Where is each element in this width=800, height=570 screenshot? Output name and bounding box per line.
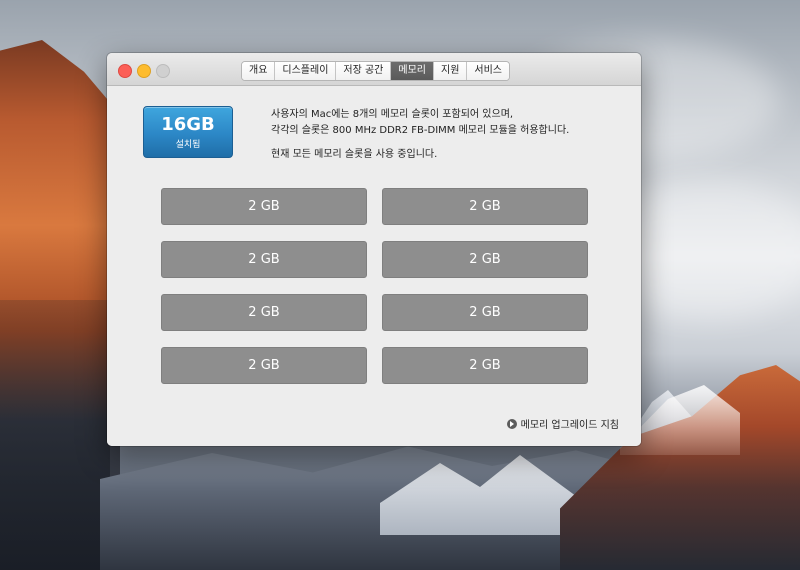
- memory-total-value: 16GB: [161, 114, 215, 135]
- arrow-circle-icon: [506, 418, 517, 429]
- memory-description: 사용자의 Mac에는 8개의 메모리 슬롯이 포함되어 있으며, 각각의 슬롯은…: [271, 107, 569, 163]
- memory-slot-7: 2 GB: [161, 347, 367, 384]
- memory-upgrade-link[interactable]: 메모리 업그레이드 지침: [506, 416, 619, 431]
- tab-support[interactable]: 지원: [434, 62, 468, 80]
- memory-upgrade-link-label: 메모리 업그레이드 지침: [520, 420, 619, 431]
- memory-slot-4: 2 GB: [382, 241, 588, 278]
- minimize-button[interactable]: [137, 64, 151, 78]
- description-line-1: 사용자의 Mac에는 8개의 메모리 슬롯이 포함되어 있으며,: [271, 109, 514, 120]
- description-line-2: 각각의 슬롯은 800 MHz DDR2 FB-DIMM 메모리 모듈을 허용합…: [271, 125, 570, 136]
- memory-total-badge: 16GB 설치됨: [143, 106, 233, 158]
- segmented-tab-bar: 개요 디스플레이 저장 공간 메모리 지원 서비스: [241, 61, 511, 81]
- memory-slot-5: 2 GB: [161, 294, 367, 331]
- memory-slot-3: 2 GB: [161, 241, 367, 278]
- tab-service[interactable]: 서비스: [467, 62, 510, 80]
- tab-storage[interactable]: 저장 공간: [336, 62, 392, 80]
- memory-slot-8: 2 GB: [382, 347, 588, 384]
- memory-status-label: 설치됨: [175, 140, 201, 150]
- zoom-button[interactable]: [156, 64, 170, 78]
- close-button[interactable]: [118, 64, 132, 78]
- tab-overview[interactable]: 개요: [242, 62, 276, 80]
- description-line-3: 현재 모든 메모리 슬롯을 사용 중입니다.: [271, 149, 438, 160]
- memory-slot-2: 2 GB: [382, 188, 588, 225]
- memory-slot-6: 2 GB: [382, 294, 588, 331]
- memory-panel: 16GB 설치됨 사용자의 Mac에는 8개의 메모리 슬롯이 포함되어 있으며…: [107, 86, 641, 446]
- title-bar[interactable]: 개요 디스플레이 저장 공간 메모리 지원 서비스: [107, 53, 641, 86]
- tab-displays[interactable]: 디스플레이: [275, 62, 337, 80]
- about-this-mac-window: 개요 디스플레이 저장 공간 메모리 지원 서비스 16GB 설치됨 사용자의 …: [107, 53, 641, 446]
- memory-slot-1: 2 GB: [161, 188, 367, 225]
- tab-memory[interactable]: 메모리: [391, 62, 434, 80]
